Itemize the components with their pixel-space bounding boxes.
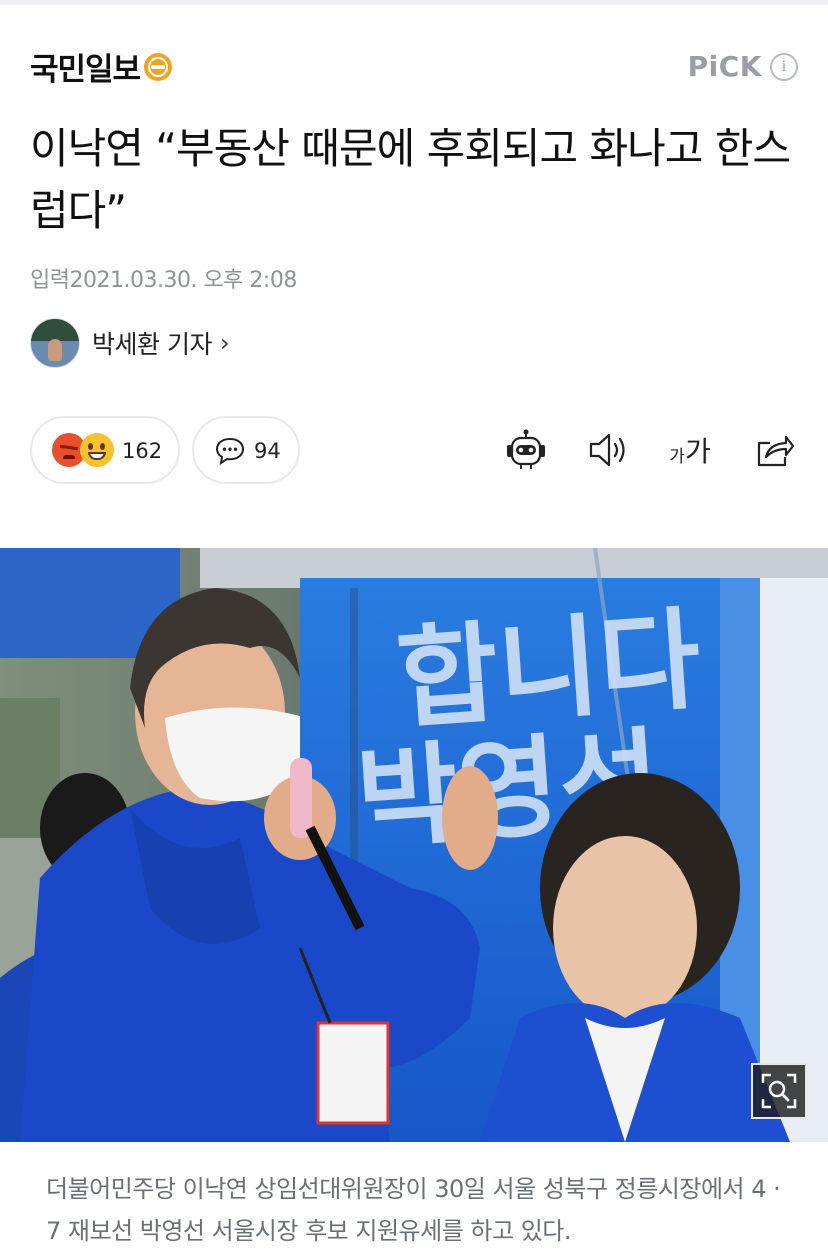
date-label: 입력 <box>30 268 70 293</box>
photo-caption: 더불어민주당 이낙연 상임선대위원장이 30일 서울 성북구 정릉시장에서 4 … <box>46 1175 781 1245</box>
comment-button[interactable]: 94 <box>192 416 300 484</box>
font-big-glyph: 가 <box>684 435 711 468</box>
campaign-photo: 합니다 박영선 <box>0 548 828 1142</box>
article-photo[interactable]: 합니다 박영선 <box>0 548 828 1142</box>
speaker-icon <box>589 433 625 467</box>
brand-name: 국민일보 <box>30 52 141 88</box>
info-icon[interactable]: i <box>770 52 798 81</box>
comment-bubble-icon <box>215 437 245 466</box>
text-to-speech-button[interactable] <box>584 428 632 472</box>
pick-label: PiCK <box>687 50 762 83</box>
article-title: 이낙연 “부동산 때문에 후회되고 화나고 한스럽다” <box>30 124 791 235</box>
photo-zoom-button[interactable] <box>751 1063 807 1119</box>
robot-icon <box>507 429 545 469</box>
reaction-count: 162 <box>122 439 163 463</box>
reaction-button[interactable]: 162 <box>30 416 180 484</box>
reporter-name: 박세환 기자 <box>92 330 212 359</box>
grin-emoji-icon <box>80 433 114 467</box>
share-button[interactable] <box>750 428 798 472</box>
publish-date: 입력2021.03.30. 오후 2:08 <box>30 262 297 294</box>
reporter-avatar <box>30 318 80 368</box>
font-small-glyph: 가 <box>669 446 685 467</box>
top-divider <box>0 0 828 5</box>
zoom-icon <box>761 1073 797 1109</box>
summary-bot-button[interactable] <box>502 428 550 472</box>
pick-badge[interactable]: PiCK i <box>688 50 798 83</box>
date-value: 2021.03.30. 오후 2:08 <box>69 268 297 293</box>
comment-count: 94 <box>254 439 281 463</box>
brand-logo[interactable]: 국민일보 <box>30 44 173 89</box>
reporter-link[interactable]: 박세환 기자 › <box>30 318 230 368</box>
brand-emblem-icon <box>144 52 173 81</box>
share-icon <box>757 435 795 467</box>
chevron-right-icon: › <box>219 329 230 357</box>
font-size-button[interactable]: 가가 <box>664 428 716 472</box>
